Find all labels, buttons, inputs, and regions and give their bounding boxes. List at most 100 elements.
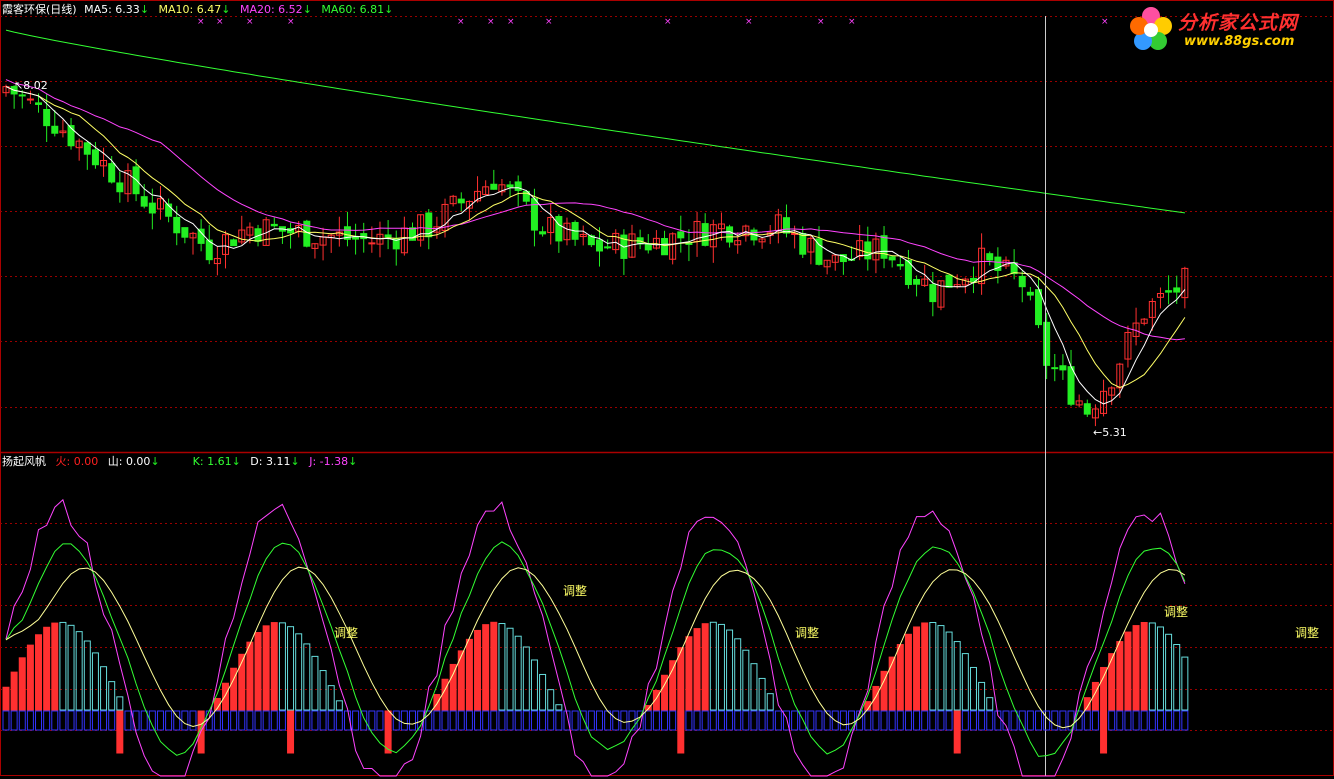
candle-down <box>108 163 116 183</box>
rise-bar <box>26 644 34 711</box>
base-bar <box>1108 710 1116 731</box>
candle-down <box>384 234 392 238</box>
adjust-annotation: 调整 <box>334 625 358 640</box>
rise-bar <box>35 634 43 711</box>
base-bar <box>140 710 148 731</box>
rise-bar <box>1116 641 1124 711</box>
base-bar <box>961 710 969 731</box>
adjust-annotation: 调整 <box>795 625 819 640</box>
signal-marker: × <box>848 17 856 27</box>
base-bar <box>661 710 669 731</box>
rise-bar <box>669 660 677 711</box>
base-bar <box>51 710 59 731</box>
rise-bar <box>904 633 912 711</box>
fall-bar <box>319 670 327 711</box>
base-bar <box>449 710 457 731</box>
ma60-line <box>5 29 1185 214</box>
logo-title: 分析家公式网 <box>1178 12 1299 34</box>
base-bar <box>156 710 164 731</box>
signal-marker: × <box>457 17 465 27</box>
base-bar <box>872 710 880 731</box>
base-bar <box>1002 710 1010 731</box>
rise-bar <box>693 628 701 711</box>
signal-marker: × <box>545 17 553 27</box>
adjust-annotation: 调整 <box>1164 604 1188 619</box>
ma20-line <box>5 79 1185 341</box>
candle-down <box>197 228 205 244</box>
signal-spike <box>384 710 392 754</box>
rise-bar <box>896 644 904 711</box>
rise-bar <box>872 685 880 711</box>
base-bar <box>612 710 620 731</box>
base-bar <box>1124 710 1132 731</box>
candle-down <box>173 216 181 234</box>
base-bar <box>327 710 335 731</box>
base-bar <box>270 710 278 731</box>
base-bar <box>400 710 408 731</box>
base-bar <box>254 710 262 731</box>
candle-down <box>35 102 43 105</box>
base-bar <box>498 710 506 731</box>
rise-bar <box>701 623 709 711</box>
base-bar <box>278 710 286 731</box>
candle-down <box>726 226 734 243</box>
fall-bar <box>506 627 514 711</box>
base-bar <box>652 710 660 731</box>
base-bar <box>750 710 758 731</box>
signal-marker: × <box>507 17 515 27</box>
signal-marker: × <box>216 17 224 27</box>
base-bar <box>59 710 67 731</box>
base-bar <box>352 710 360 731</box>
base-bar <box>644 710 652 731</box>
candle-down <box>18 94 26 97</box>
fall-bar <box>108 681 116 711</box>
rise-bar <box>685 636 693 711</box>
signal-marker: × <box>287 17 295 27</box>
base-bar <box>2 710 10 731</box>
base-bar <box>547 710 555 731</box>
candle-down <box>457 198 465 204</box>
fall-bar <box>750 663 758 711</box>
fall-bar <box>1156 626 1164 711</box>
base-bar <box>709 710 717 731</box>
fall-bar <box>530 659 538 711</box>
candle-down <box>91 149 99 166</box>
adjust-annotation: 调整 <box>563 583 587 598</box>
base-bar <box>530 710 538 731</box>
signal-marker: × <box>664 17 672 27</box>
ma20-label: MA20: 6.52↓ <box>239 3 312 16</box>
fall-bar <box>278 622 286 711</box>
ma60-label: MA60: 6.81↓ <box>321 3 394 16</box>
mountain-field: 山: 0.00↓ <box>107 455 160 468</box>
signal-spike <box>116 710 124 754</box>
candle-down <box>181 227 189 238</box>
rise-bar <box>270 622 278 711</box>
signal-marker: × <box>487 17 495 27</box>
rise-bar <box>18 657 26 711</box>
base-bar <box>26 710 34 731</box>
fall-bar <box>303 643 311 711</box>
stock-name: 霞客环保(日线) <box>2 3 77 16</box>
base-bar <box>409 710 416 731</box>
base-bar <box>100 710 108 731</box>
base-bar <box>368 710 376 731</box>
base-bar <box>864 710 872 731</box>
base-bar <box>734 710 742 731</box>
rise-bar <box>254 631 262 711</box>
candle-down <box>1026 291 1034 296</box>
base-bar <box>83 710 91 731</box>
base-bar <box>604 710 612 731</box>
indicator-header: 扬起风帆 火: 0.00 山: 0.00↓ K: 1.61↓ D: 3.11↓ … <box>2 455 363 469</box>
base-bar <box>10 710 18 731</box>
stock-chart[interactable]: ↖8.02←5.31× × × × × × × × × × × × ×调整调整调整调整调整 <box>0 0 1334 779</box>
candle-down <box>1043 321 1051 366</box>
fall-bar <box>1181 656 1189 711</box>
fall-bar <box>287 626 295 711</box>
k-field: K: 1.61↓ <box>192 455 241 468</box>
candle-down <box>986 253 994 261</box>
base-bar <box>295 710 303 731</box>
base-bar <box>969 710 977 731</box>
base-bar <box>921 710 929 731</box>
base-bar <box>490 710 498 731</box>
base-bar <box>67 710 75 731</box>
